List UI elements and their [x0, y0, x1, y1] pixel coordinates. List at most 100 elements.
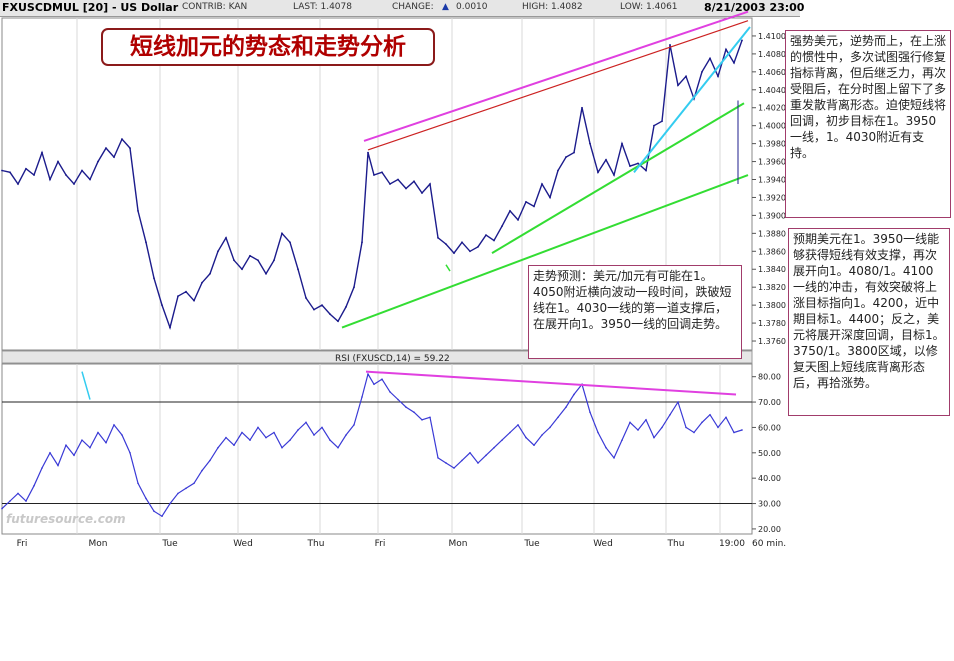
price-point — [209, 272, 211, 275]
price-y-tick-label: 1.3940 — [758, 176, 786, 185]
rsi-point — [445, 462, 447, 464]
rsi-point — [461, 459, 463, 462]
rsi-point — [249, 439, 251, 441]
price-point — [329, 313, 331, 316]
price-point — [541, 183, 543, 185]
rsi-point — [661, 426, 663, 429]
price-y-tick-label: 1.4080 — [758, 50, 786, 59]
rsi-point — [137, 482, 139, 485]
rsi-point — [289, 439, 291, 441]
price-y-tick-label: 1.4040 — [758, 86, 786, 95]
price-point — [177, 295, 179, 298]
price-point — [185, 290, 187, 293]
rsi-point — [177, 492, 179, 495]
price-y-tick-label: 1.4020 — [758, 104, 786, 113]
rsi-point — [241, 431, 243, 434]
price-point — [661, 120, 663, 123]
rsi-point — [89, 446, 91, 449]
price-y-tick-label: 1.3800 — [758, 301, 786, 310]
rsi-point — [437, 457, 439, 459]
price-point — [421, 192, 423, 194]
price-point — [367, 151, 369, 154]
rsi-panel — [1, 363, 753, 535]
rsi-point — [9, 500, 11, 502]
price-point — [201, 281, 203, 284]
price-point — [637, 162, 639, 165]
price-point — [33, 174, 35, 176]
rsi-point — [185, 487, 187, 490]
price-y-tick-label: 1.3920 — [758, 193, 786, 202]
price-point — [709, 57, 711, 60]
price-point — [517, 218, 519, 221]
price-point — [65, 174, 67, 176]
rsi-point — [597, 431, 599, 434]
rsi-point — [413, 411, 415, 414]
rsi-y-tick-label: 80.00 — [758, 373, 781, 382]
price-y-tick-label: 1.3960 — [758, 158, 786, 167]
price-point — [581, 106, 583, 109]
rsi-y-tick-label: 70.00 — [758, 398, 781, 407]
rsi-point — [225, 436, 227, 439]
rsi-point — [485, 454, 487, 457]
rsi-point — [217, 446, 219, 449]
price-point — [41, 151, 43, 154]
rsi-point — [381, 378, 383, 381]
price-point — [381, 171, 383, 174]
price-point — [437, 236, 439, 239]
price-point — [613, 174, 615, 176]
rsi-point — [509, 431, 511, 434]
price-point — [741, 39, 743, 42]
rsi-point — [373, 383, 375, 386]
price-point — [525, 201, 527, 203]
rsi-point — [477, 462, 479, 464]
price-point — [717, 75, 719, 78]
price-point — [373, 174, 375, 176]
rsi-point — [273, 431, 275, 434]
rsi-point — [201, 469, 203, 472]
price-point — [73, 183, 75, 185]
rsi-point — [321, 426, 323, 429]
rsi-point — [121, 434, 123, 436]
price-point — [685, 75, 687, 78]
rsi-point — [305, 421, 307, 424]
price-point — [321, 304, 323, 307]
price-point — [153, 277, 155, 280]
rsi-point — [557, 416, 559, 419]
rsi-point — [421, 419, 423, 421]
price-point — [233, 259, 235, 262]
price-point — [429, 183, 431, 185]
price-point — [509, 210, 511, 212]
rsi-point — [685, 426, 687, 429]
price-point — [645, 169, 647, 172]
price-point — [621, 142, 623, 145]
price-point — [297, 268, 299, 271]
x-tick-label: Wed — [233, 539, 253, 549]
price-point — [25, 167, 27, 170]
rsi-point — [97, 431, 99, 434]
rsi-point — [389, 391, 391, 393]
price-point — [445, 243, 447, 246]
price-point — [565, 156, 567, 158]
rsi-point — [469, 452, 471, 454]
rsi-point — [129, 452, 131, 454]
rsi-point — [105, 441, 107, 444]
rsi-point — [533, 444, 535, 446]
rsi-point — [41, 467, 43, 469]
price-y-tick-label: 1.4100 — [758, 32, 786, 41]
rsi-point — [367, 373, 369, 375]
price-point — [257, 259, 259, 262]
price-point — [477, 245, 479, 248]
analysis-note-bottom: 预期美元在1。3950一线能够获得短线有效支撑，再次展开向1。4080/1。41… — [788, 228, 950, 416]
rsi-y-tick-label: 40.00 — [758, 474, 781, 483]
rsi-point — [733, 431, 735, 434]
price-point — [97, 160, 99, 163]
price-point — [305, 297, 307, 299]
price-point — [605, 158, 607, 161]
price-point — [353, 286, 355, 289]
price-point — [121, 138, 123, 141]
rsi-point — [17, 492, 19, 495]
price-point — [281, 232, 283, 235]
price-point — [9, 171, 11, 174]
rsi-caption: RSI (FXUSCD,14) = 59.22 — [335, 354, 450, 364]
price-point — [669, 44, 671, 46]
